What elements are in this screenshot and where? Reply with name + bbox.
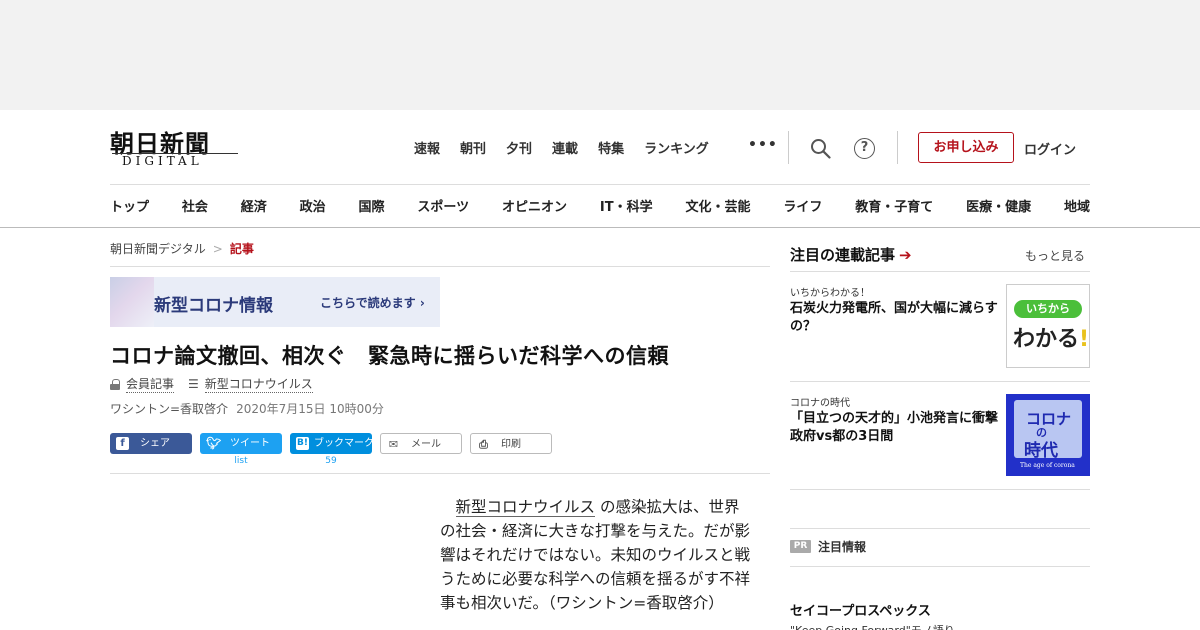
banner-decoration <box>110 277 154 327</box>
header-divider <box>788 131 789 164</box>
sidebar-divider <box>790 566 1090 567</box>
category-education[interactable]: 教育・子育て <box>855 196 933 215</box>
sidebar-heading[interactable]: 注目の連載記事 ➔ <box>790 244 912 265</box>
category-sports[interactable]: スポーツ <box>417 196 469 215</box>
print-icon: ⎙ <box>479 438 488 451</box>
asahi-digital-logo[interactable]: 朝日新聞 DIGITAL <box>110 124 240 170</box>
thumb-text-corona: コロナ <box>1026 410 1072 428</box>
nav-yukan[interactable]: 夕刊 <box>506 138 532 158</box>
topic-keyword-link[interactable]: 新型コロナウイルス <box>455 498 596 517</box>
category-politics[interactable]: 政治 <box>300 196 326 215</box>
thumb-big-text: わかる <box>1013 327 1080 352</box>
ichikara-thumbnail[interactable]: いちから わかる! <box>1006 284 1090 368</box>
lock-icon <box>110 378 120 390</box>
member-article-link[interactable]: 会員記事 <box>126 375 175 393</box>
breadcrumb-home[interactable]: 朝日新聞デジタル <box>110 242 206 256</box>
sidebar-heading-text: 注目の連載記事 <box>790 246 896 264</box>
logo-latin: DIGITAL <box>122 154 203 168</box>
banner-title: 新型コロナ情報 <box>154 296 273 316</box>
banner-cta: こちらで読めます › <box>320 296 425 310</box>
print-button[interactable]: ⎙ 印刷 <box>470 433 552 454</box>
see-more-link[interactable]: もっと見る <box>1025 247 1085 264</box>
item-kicker: いちからわかる！ <box>790 288 870 299</box>
item-headline[interactable]: 石炭火力発電所、国が大幅に減らすの？ <box>790 300 1000 336</box>
publish-date: 2020年7月15日 10時00分 <box>236 402 384 416</box>
category-region[interactable]: 地域 <box>1064 196 1090 215</box>
category-health[interactable]: 医療・健康 <box>966 196 1031 215</box>
nav-tokushu[interactable]: 特集 <box>598 138 624 158</box>
item-kicker: コロナの時代 <box>790 398 850 409</box>
sidebar-divider <box>790 528 1090 529</box>
breadcrumb: 朝日新聞デジタル > 記事 <box>110 240 254 257</box>
nav-ranking[interactable]: ランキング <box>644 138 709 158</box>
list-icon: ☰ <box>188 377 199 391</box>
header-divider-2 <box>897 131 898 164</box>
article-meta: ワシントン=香取啓介 2020年7月15日 10時00分 <box>110 400 384 417</box>
pr-label: 注目情報 <box>818 540 867 554</box>
help-icon[interactable]: ? <box>854 138 875 159</box>
hatena-bookmark-label: ブックマーク <box>314 438 374 449</box>
article-title: コロナ論文撤回、相次ぐ 緊急時に揺らいだ科学への信頼 <box>110 344 669 368</box>
thumb-caption: The age of corona <box>1020 462 1075 469</box>
corona-era-thumbnail[interactable]: コロナ の 時代 The age of corona <box>1006 394 1090 476</box>
breadcrumb-separator: > <box>212 242 223 256</box>
category-international[interactable]: 国際 <box>359 196 385 215</box>
category-economy[interactable]: 経済 <box>241 196 267 215</box>
facebook-share-button[interactable]: f シェア <box>110 433 192 454</box>
twitter-share-button[interactable]: 🐦︎ ツイート <box>200 433 282 454</box>
category-culture[interactable]: 文化・芸能 <box>685 196 750 215</box>
article-divider <box>110 473 770 474</box>
thumb-panel: コロナ の 時代 <box>1014 400 1082 461</box>
article-tags: 会員記事 ☰ 新型コロナウイルス <box>110 375 313 393</box>
sponsor-title[interactable]: セイコープロスペックス <box>790 600 931 619</box>
thumb-pill: いちから <box>1014 300 1082 318</box>
hatena-count[interactable]: 59 <box>290 456 372 466</box>
category-society[interactable]: 社会 <box>182 196 208 215</box>
login-link[interactable]: ログイン <box>1024 139 1076 158</box>
facebook-share-label: シェア <box>140 438 170 449</box>
pr-section-heading: PR 注目情報 <box>790 538 866 555</box>
twitter-count[interactable]: list <box>200 456 282 466</box>
thumb-text-jidai: 時代 <box>1024 441 1058 461</box>
arrow-right-icon: ➔ <box>899 246 912 264</box>
thumb-mark: ! <box>1079 327 1090 352</box>
twitter-icon: 🐦︎ <box>206 436 222 450</box>
twitter-share-label: ツイート <box>230 438 270 449</box>
top-nav: 速報 朝刊 夕刊 連載 特集 ランキング <box>414 138 729 158</box>
hatena-bookmark-button[interactable]: B! ブックマーク <box>290 433 374 454</box>
category-top[interactable]: トップ <box>110 196 149 215</box>
nav-rensai[interactable]: 連載 <box>552 138 578 158</box>
sidebar-divider <box>790 381 1090 382</box>
sidebar-divider <box>790 271 1090 272</box>
category-opinion[interactable]: オピニオン <box>502 196 567 215</box>
more-menu-icon[interactable]: ••• <box>748 137 778 153</box>
print-label: 印刷 <box>501 439 521 450</box>
pr-badge: PR <box>790 540 811 553</box>
sidebar-divider <box>790 489 1090 490</box>
byline: ワシントン=香取啓介 <box>110 402 229 416</box>
ad-area <box>0 0 1200 110</box>
thumb-title: わかる! <box>1013 321 1089 353</box>
category-it-science[interactable]: IT・科学 <box>600 196 653 215</box>
topic-link[interactable]: 新型コロナウイルス <box>204 375 313 393</box>
mail-label: メール <box>411 439 441 450</box>
breadcrumb-divider <box>110 266 770 267</box>
facebook-icon: f <box>116 437 129 450</box>
corona-info-banner[interactable]: 新型コロナ情報 こちらで読めます › <box>110 277 440 327</box>
nav-sokuho[interactable]: 速報 <box>414 138 440 158</box>
hatena-icon: B! <box>296 437 309 450</box>
article-lead: 新型コロナウイルス の感染拡大は、世界の社会・経済に大きな打撃を与えた。だが影響… <box>440 495 750 615</box>
subscribe-button[interactable]: お申し込み <box>918 132 1014 163</box>
item-headline[interactable]: 「目立つの天才的」小池発言に衝撃 政府vs都の3日間 <box>790 410 1011 446</box>
sponsor-subtitle[interactable]: "Keep Going Forward"モノ語り <box>790 622 955 630</box>
nav-divider <box>110 184 1090 185</box>
breadcrumb-current: 記事 <box>229 242 254 256</box>
category-nav: トップ 社会 経済 政治 国際 スポーツ オピニオン IT・科学 文化・芸能 ラ… <box>110 196 1090 215</box>
search-icon[interactable] <box>810 138 831 159</box>
mail-icon: ✉ <box>388 438 399 451</box>
category-life[interactable]: ライフ <box>783 196 822 215</box>
nav-choukan[interactable]: 朝刊 <box>460 138 486 158</box>
mail-button[interactable]: ✉ メール <box>380 433 462 454</box>
